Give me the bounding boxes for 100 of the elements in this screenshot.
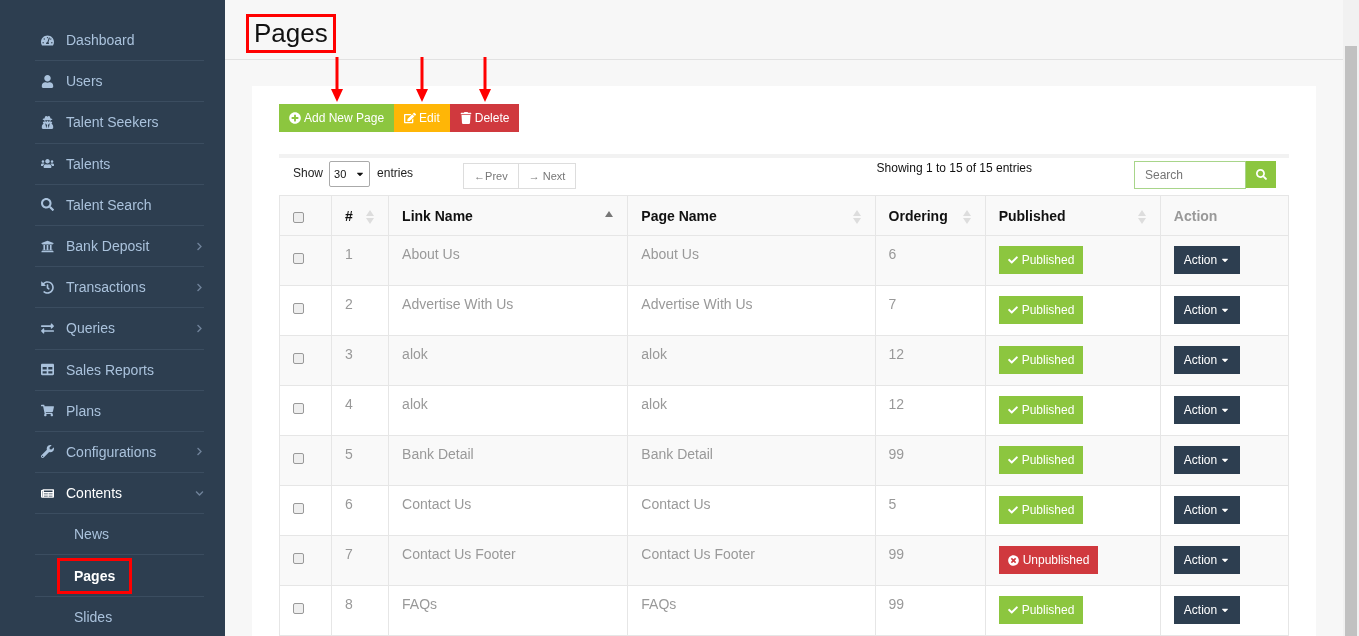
wrench-icon: [41, 445, 54, 459]
search-icon: [1255, 169, 1267, 180]
table-cell: Bank Detail: [627, 435, 876, 486]
show-label: Show: [293, 166, 324, 180]
column-header[interactable]: Ordering: [875, 195, 986, 236]
status-badge[interactable]: Unpublished: [998, 546, 1099, 574]
table-cell: FAQs: [627, 585, 876, 636]
sidebar-item[interactable]: Bank Deposit: [35, 225, 204, 268]
checkbox[interactable]: [293, 353, 304, 364]
checkbox[interactable]: [293, 212, 304, 223]
action-button[interactable]: Action: [1173, 496, 1241, 524]
bank-icon: [41, 239, 54, 253]
scrollbar-thumb[interactable]: [1345, 46, 1357, 636]
table-cell: alok: [627, 335, 876, 386]
table-icon: [41, 363, 54, 377]
table-cell: 3: [331, 335, 389, 386]
sort-icon[interactable]: [366, 210, 375, 224]
table-cell: 6: [331, 485, 389, 536]
table-cell: 12: [875, 385, 986, 436]
exchange-icon: [41, 321, 54, 335]
column-header[interactable]: #: [331, 195, 389, 236]
table-cell: alok: [388, 335, 628, 386]
action-button[interactable]: Action: [1173, 546, 1241, 574]
table-cell: Bank Detail: [388, 435, 628, 486]
checkbox[interactable]: [293, 553, 304, 564]
sort-asc-icon[interactable]: [605, 210, 614, 220]
table-cell: 2: [331, 285, 389, 336]
action-button[interactable]: Action: [1173, 346, 1241, 374]
sidebar-item[interactable]: Sales Reports: [35, 349, 204, 391]
table-cell: About Us: [388, 235, 628, 286]
table-cell: Contact Us Footer: [627, 535, 876, 586]
checkbox[interactable]: [293, 303, 304, 314]
sidebar-item[interactable]: Users: [35, 61, 204, 103]
person-icon: [41, 115, 54, 129]
check-icon: [1007, 455, 1018, 465]
sort-icon[interactable]: [962, 210, 971, 224]
checkbox[interactable]: [293, 603, 304, 614]
checkbox[interactable]: [293, 503, 304, 514]
action-button[interactable]: Action: [1173, 296, 1241, 324]
check-icon: [1007, 505, 1018, 515]
check-icon: [1007, 255, 1018, 265]
sidebar-item[interactable]: Dashboard: [35, 20, 204, 62]
table-cell: Contact Us Footer: [388, 535, 628, 586]
next-button[interactable]: → Next: [518, 163, 577, 189]
sidebar-item[interactable]: Configurations: [35, 431, 204, 474]
gauge-icon: [41, 33, 54, 47]
table-cell: 99: [875, 435, 986, 486]
column-header[interactable]: Page Name: [627, 195, 876, 236]
action-button[interactable]: Action: [1173, 246, 1241, 274]
sidebar-item[interactable]: Talent Search: [35, 184, 204, 226]
sort-icon[interactable]: [852, 210, 861, 224]
table-cell: 6: [875, 235, 986, 286]
sidebar-item[interactable]: Talents: [35, 143, 204, 185]
action-button[interactable]: Action: [1173, 446, 1241, 474]
table-cell: alok: [627, 385, 876, 436]
check-icon: [1007, 355, 1018, 365]
newspaper-icon: [41, 486, 54, 500]
table-cell: Contact Us: [388, 485, 628, 536]
table-cell: Advertise With Us: [388, 285, 628, 336]
plus-icon: [289, 112, 301, 124]
action-button[interactable]: Action: [1173, 396, 1241, 424]
group-icon: [41, 157, 54, 171]
action-button[interactable]: Action: [1173, 596, 1241, 624]
table-cell: 4: [331, 385, 389, 436]
table-cell: 5: [875, 485, 986, 536]
history-icon: [41, 280, 54, 294]
scrollbar[interactable]: [1343, 0, 1359, 636]
checkbox[interactable]: [293, 253, 304, 264]
checkbox[interactable]: [293, 453, 304, 464]
check-icon: [1007, 305, 1018, 315]
page-title: Pages: [246, 14, 336, 53]
trash-icon: [459, 112, 472, 124]
table-cell: 7: [331, 535, 389, 586]
sort-icon[interactable]: [1137, 210, 1146, 224]
table-cell: Contact Us: [627, 485, 876, 536]
column-header[interactable]: Published: [985, 195, 1161, 236]
sidebar-item[interactable]: Plans: [35, 390, 204, 432]
page-size-select[interactable]: 30: [329, 161, 371, 187]
sidebar-item[interactable]: Contents: [35, 473, 204, 515]
sidebar-item[interactable]: Transactions: [35, 267, 204, 309]
column-header[interactable]: Link Name: [388, 195, 628, 236]
sidebar-subitem[interactable]: Pages: [57, 557, 133, 594]
search-button[interactable]: [1246, 161, 1276, 188]
check-icon: [1007, 605, 1018, 615]
search-field[interactable]: Search: [1134, 161, 1246, 189]
table-cell: 8: [331, 585, 389, 636]
table-cell: 5: [331, 435, 389, 486]
table-cell: 99: [875, 535, 986, 586]
table-cell: About Us: [627, 235, 876, 286]
entries-label: entries: [377, 166, 414, 180]
checkbox[interactable]: [293, 403, 304, 414]
sidebar-subitem[interactable]: Slides: [57, 598, 130, 635]
sidebar-item[interactable]: Queries: [35, 308, 204, 350]
user-icon: [41, 74, 54, 88]
prev-button[interactable]: ←Prev: [463, 163, 519, 189]
table-cell: FAQs: [388, 585, 628, 636]
sidebar-subitem[interactable]: News: [57, 516, 126, 553]
sidebar-item[interactable]: Talent Seekers: [35, 102, 204, 144]
cart-icon: [41, 404, 54, 418]
entries-info: Showing 1 to 15 of 15 entries: [876, 161, 1032, 175]
